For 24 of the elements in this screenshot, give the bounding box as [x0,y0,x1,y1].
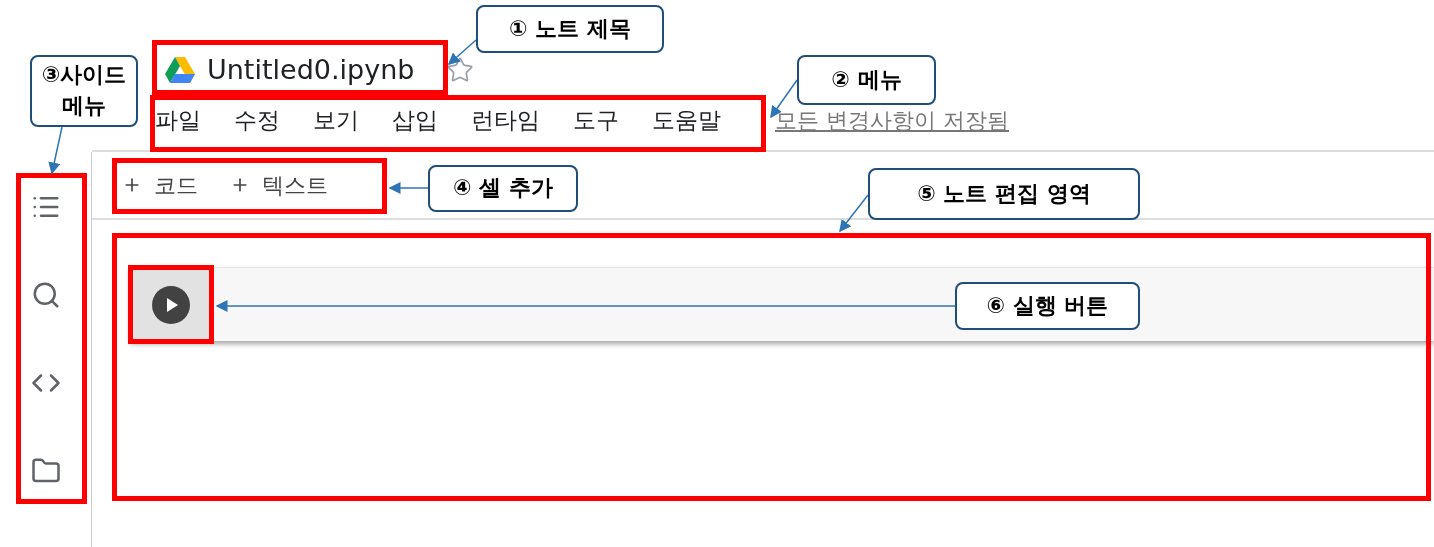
callout-label: ① 노트 제목 [476,5,664,53]
leader-line [839,194,869,233]
run-button-icon[interactable] [152,285,190,324]
leader-line [388,182,429,194]
menu-item[interactable]: 보기 [313,102,359,138]
callout-label: ③사이드 메뉴 [30,55,138,127]
menu-item[interactable]: 파일 [155,102,201,138]
menu-item[interactable]: 도구 [573,102,619,138]
menu-item[interactable]: 수정 [234,102,280,138]
callout-label: ④ 셀 추가 [428,165,578,212]
leader-line [48,126,63,175]
menu-item[interactable]: 삽입 [392,102,438,138]
callout-label: ⑥ 실행 버튼 [955,282,1140,330]
menu-item[interactable]: 런타임 [471,102,540,138]
save-status-link[interactable]: 모든 변경사항이 저장됨 [775,103,1009,137]
callout-label: ⑤ 노트 편집 영역 [868,168,1140,220]
drive-logo-icon [165,57,195,83]
callout-label: ② 메뉴 [797,55,936,105]
notebook-title[interactable]: Untitled0.ipynb [207,49,415,91]
leader-line [447,39,477,65]
add-cell-button[interactable]: 코드 [122,168,198,202]
add-cell-button[interactable]: 텍스트 [230,168,328,202]
star-icon[interactable] [446,56,475,84]
menu-item[interactable]: 도움말 [652,102,721,138]
